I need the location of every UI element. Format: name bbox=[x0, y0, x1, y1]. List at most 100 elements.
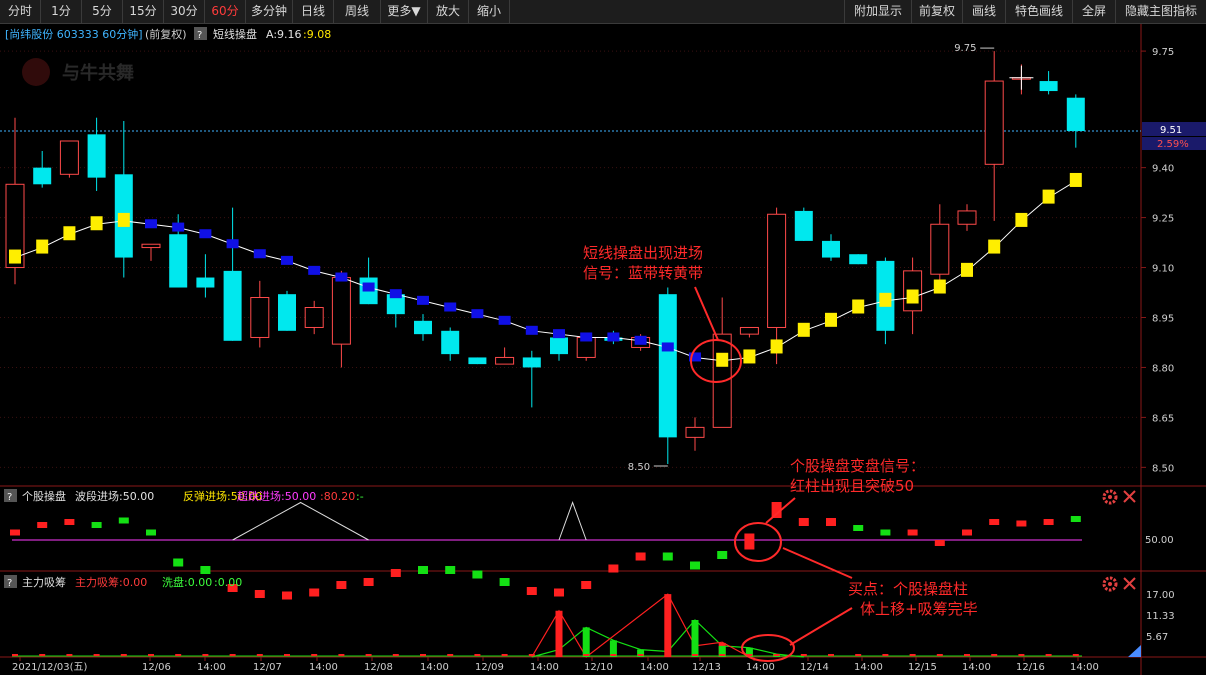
ma-blue-block bbox=[145, 219, 157, 229]
period-tab-4[interactable]: 30分 bbox=[164, 0, 205, 23]
candle-body bbox=[1066, 97, 1085, 132]
annotation-1-line-1: 短线操盘出现进场 bbox=[583, 244, 703, 262]
tool-button-5[interactable]: 隐藏主图指标 bbox=[1115, 0, 1206, 23]
period-tab-9[interactable]: 更多▼ bbox=[381, 0, 428, 23]
ind2-dot bbox=[583, 654, 590, 656]
period-tab-1[interactable]: 1分 bbox=[41, 0, 82, 23]
stock-chart: [尚纬股份 603333 60分钟] (前复权) ? 短线操盘 A:9.16 :… bbox=[0, 24, 1206, 675]
period-tab-6[interactable]: 多分钟 bbox=[246, 0, 293, 23]
tool-button-1[interactable]: 前复权 bbox=[911, 0, 963, 23]
ma-yellow-block bbox=[63, 226, 76, 241]
tool-button-0[interactable]: 附加显示 bbox=[844, 0, 912, 23]
candle-body bbox=[767, 213, 787, 328]
ind2-tick-label: 17.00 bbox=[1146, 590, 1175, 601]
stock-title: [尚纬股份 603333 60分钟] bbox=[5, 27, 143, 41]
tool-button-3[interactable]: 特色画线 bbox=[1005, 0, 1073, 23]
ind1-peak-line bbox=[232, 501, 369, 541]
period-tab-11[interactable]: 缩小 bbox=[469, 0, 510, 23]
ma-yellow-block bbox=[9, 249, 21, 264]
period-tab-8[interactable]: 周线 bbox=[334, 0, 381, 23]
ind1-bar bbox=[336, 581, 347, 589]
ind1-bar bbox=[472, 570, 483, 579]
ma-blue-block bbox=[281, 255, 293, 265]
ma-blue-block bbox=[362, 282, 375, 292]
ma-blue-block bbox=[444, 302, 457, 312]
candle-body bbox=[304, 307, 324, 328]
high-marker-label: 9.75 bbox=[954, 43, 976, 54]
ma-yellow-block bbox=[36, 239, 49, 254]
ind2-dot bbox=[1045, 654, 1052, 656]
period-tab-5[interactable]: 60分 bbox=[205, 0, 246, 23]
candle-body bbox=[739, 326, 759, 335]
ma-blue-block bbox=[226, 239, 239, 249]
ind1-bar bbox=[826, 518, 836, 526]
candle-body bbox=[468, 357, 487, 365]
help-icon-glyph: ? bbox=[197, 30, 202, 41]
time-label: 12/15 bbox=[908, 662, 937, 673]
indicator-a: A:9.16 bbox=[266, 28, 302, 41]
period-tab-3[interactable]: 15分 bbox=[123, 0, 164, 23]
ind2-green-bar bbox=[582, 627, 590, 657]
period-tab-0[interactable]: 分时 bbox=[0, 0, 41, 23]
ind2-label-3: :0.00 bbox=[214, 576, 242, 589]
price-tick-label: 9.10 bbox=[1152, 264, 1174, 275]
ind2-dot bbox=[148, 654, 154, 656]
ind1-gear-icon[interactable] bbox=[1102, 489, 1118, 505]
ind2-close-icon[interactable] bbox=[1123, 577, 1136, 590]
ma-yellow-block bbox=[1042, 189, 1055, 204]
tool-button-4[interactable]: 全屏 bbox=[1072, 0, 1116, 23]
ind1-help-glyph: ? bbox=[7, 492, 12, 503]
ind2-axis: 17.00 11.33 5.67 bbox=[1146, 590, 1175, 643]
ind1-bar bbox=[10, 529, 20, 536]
ind2-dot bbox=[202, 654, 209, 656]
ma-yellow-block bbox=[879, 292, 892, 307]
ind1-bar bbox=[608, 564, 619, 573]
ind1-bar bbox=[526, 587, 537, 595]
ind1-close-icon[interactable] bbox=[1123, 490, 1136, 503]
ind1-bar bbox=[1043, 519, 1054, 525]
ind1-bar bbox=[146, 529, 156, 536]
ma-blue-block bbox=[172, 222, 185, 232]
ind2-red-bar bbox=[555, 610, 563, 657]
ind2-green-bar bbox=[691, 620, 699, 657]
period-tab-2[interactable]: 5分 bbox=[82, 0, 123, 23]
time-label: 12/08 bbox=[364, 662, 393, 673]
annotation-2-line-1: 个股操盘变盘信号： bbox=[790, 457, 925, 475]
period-tab-7[interactable]: 日线 bbox=[293, 0, 334, 23]
ind1-bar bbox=[418, 566, 428, 574]
ind1-bar bbox=[445, 566, 456, 574]
ind1-bar bbox=[91, 522, 102, 528]
time-label: 14:00 bbox=[530, 662, 559, 673]
ind1-bar bbox=[64, 519, 75, 525]
current-price-label: 9.51 bbox=[1160, 125, 1182, 136]
price-tick-label: 8.80 bbox=[1152, 363, 1174, 374]
candle-body bbox=[495, 356, 515, 365]
toolbar: 分时 1分 5分 15分 30分 60分 多分钟 日线 周线 更多▼ 放大 缩小 附加显示 前复权 画线特… bbox=[0, 0, 1206, 24]
time-label: 14:00 bbox=[1070, 662, 1099, 673]
period-tab-10[interactable]: 放大 bbox=[428, 0, 469, 23]
ind2-dot bbox=[501, 654, 508, 656]
price-tick-label: 8.95 bbox=[1152, 313, 1174, 324]
candle-body bbox=[87, 134, 106, 178]
ma-blue-block bbox=[389, 289, 402, 299]
indicator-b: :9.08 bbox=[303, 28, 331, 41]
candle-body bbox=[849, 254, 868, 265]
ind2-dot bbox=[229, 654, 236, 656]
ind2-dot bbox=[637, 654, 644, 656]
watermark-text: 与牛共舞 bbox=[62, 62, 134, 84]
ma-blue-block bbox=[498, 315, 511, 325]
current-pct-label: 2.59% bbox=[1157, 139, 1189, 150]
ind2-red-bar bbox=[664, 594, 672, 657]
ind2-dot bbox=[1072, 654, 1079, 656]
tool-button-2[interactable]: 画线 bbox=[962, 0, 1006, 23]
ind2-dot bbox=[447, 654, 454, 656]
annotation-3-line-1: 买点：个股操盘柱 bbox=[848, 580, 968, 598]
price-tick-label: 8.65 bbox=[1152, 413, 1174, 424]
resize-corner-icon[interactable] bbox=[1128, 645, 1141, 657]
ind2-gear-icon[interactable] bbox=[1102, 576, 1118, 592]
candle-body bbox=[522, 357, 541, 368]
ind1-bar bbox=[989, 519, 1000, 525]
ind2-dot bbox=[719, 654, 726, 656]
ma-yellow-block bbox=[906, 289, 919, 304]
ind2-dot bbox=[664, 654, 671, 656]
